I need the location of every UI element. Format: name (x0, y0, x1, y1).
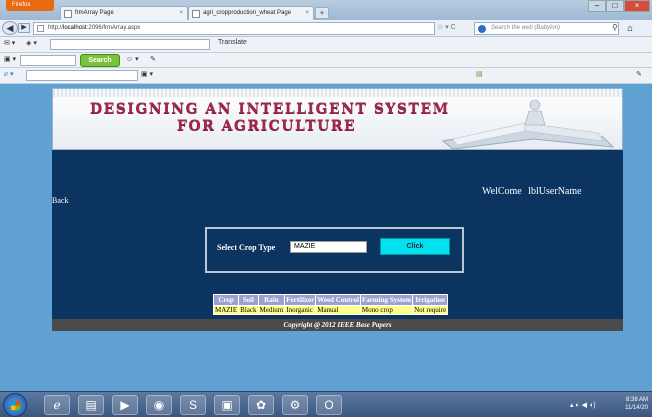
windows-taskbar: ℯ ▤ ▶ ◉ S ▣ ✿ ⚙ O ▴ ◐ ◀ ◖) 8:38 AM 11/14… (0, 391, 652, 417)
skype-taskbar-icon[interactable]: S (180, 395, 206, 415)
page-title-line-2: FOR AGRICULTURE (177, 118, 357, 134)
table-cell: Black (238, 305, 259, 315)
column-header: Fertilizer (284, 294, 317, 306)
banner-stripe (53, 89, 622, 97)
clock-time: 8:38 AM (625, 397, 648, 403)
search-go-icon[interactable]: ⚲ (612, 23, 618, 32)
addon-icon[interactable]: ✉ ▾ (4, 39, 15, 47)
column-header: Weed Control (315, 294, 361, 306)
windows-logo-icon (11, 401, 20, 410)
header-banner: DESIGNING AN INTELLIGENT SYSTEM FOR AGRI… (52, 88, 623, 150)
back-link[interactable]: Back (52, 196, 68, 205)
maximize-icon[interactable]: □ (606, 0, 624, 12)
search-placeholder: Search the web (Babylon) (491, 25, 561, 31)
toolbar-2: ▣ ▾ Search ☺ ▾ ✎ (0, 53, 652, 68)
explorer-taskbar-icon[interactable]: ▤ (78, 395, 104, 415)
url-path: :2096/frmArray.aspx (86, 25, 141, 31)
url-prefix: http:// (48, 25, 64, 31)
clipboard-icon[interactable]: ▤ (476, 70, 483, 78)
home-icon[interactable]: ⌂ (624, 22, 636, 34)
toolbar-dropdown[interactable] (20, 55, 76, 66)
window-controls: – □ × (588, 0, 650, 14)
app-taskbar-icon[interactable]: ▣ (214, 395, 240, 415)
tab-frmarray[interactable]: frmArray Page × (60, 6, 188, 20)
system-clock[interactable]: 8:38 AM 11/14/20 (625, 396, 648, 412)
firefox-taskbar-icon[interactable]: ◉ (146, 395, 172, 415)
system-tray-icons[interactable]: ▴ ◐ ◀ ◖) (570, 401, 596, 409)
page-footer: Copyright @ 2012 IEEE Base Papers (52, 319, 623, 331)
user-name-label: lblUserName (528, 186, 582, 197)
table-cell: Mono crop (359, 305, 414, 315)
toolbar-icon[interactable]: ▣ ▾ (4, 55, 16, 63)
column-header: Farming System (359, 294, 414, 306)
toolbar-address-input[interactable] (26, 70, 138, 81)
toolbar-go-icon[interactable]: ▣ ▾ (141, 70, 153, 78)
column-header: Crop (212, 294, 240, 306)
tab-agri-cropproduction[interactable]: agri_cropproduction_wheat Page × (188, 6, 314, 20)
welcome-label: WelCome (482, 186, 522, 197)
click-button[interactable]: Click (380, 238, 450, 255)
book-illustration (441, 99, 615, 149)
new-tab-button[interactable]: + (315, 7, 329, 19)
table-cell: Not require (412, 305, 449, 315)
translate-button[interactable]: Translate (218, 39, 247, 46)
page-icon (64, 10, 72, 18)
toolbar-3: ℯ ▾ ▣ ▾ ▤ ✎ (0, 68, 652, 84)
table-header-row: Crop Soil Rain Fertilizer Weed Control F… (212, 294, 449, 306)
bookmark-star-icon[interactable]: ☆ ▾ C (437, 23, 456, 31)
column-header: Rain (257, 294, 286, 306)
tools-icon[interactable]: ✎ (636, 70, 642, 78)
address-bar[interactable]: http://localhost:2096/frmArray.aspx (33, 22, 435, 35)
table-cell: Manual (315, 305, 361, 315)
search-engine-icon (478, 25, 486, 33)
tab-label: frmArray Page (75, 10, 114, 16)
toolbar-1: ✉ ▾ ◈ ▾ Translate (0, 37, 652, 53)
toolbar-search-input[interactable] (50, 39, 210, 50)
ie-taskbar-icon[interactable]: ℯ (44, 395, 70, 415)
crop-type-input[interactable]: MAZIE (290, 241, 367, 253)
table-cell: Medium (257, 305, 286, 315)
emoticon-icon[interactable]: ☺ ▾ (126, 55, 139, 63)
opera-taskbar-icon[interactable]: O (316, 395, 342, 415)
url-host: localhost (63, 25, 87, 31)
crop-select-panel: Select Crop Type MAZIE Click (205, 227, 464, 273)
select-crop-label: Select Crop Type (217, 243, 276, 252)
forward-arrow-icon[interactable]: ▶ (18, 23, 30, 33)
clock-date: 11/14/20 (625, 405, 648, 411)
site-identity-icon (37, 25, 44, 32)
column-header: Irrigation (412, 294, 449, 306)
table-row: MAZIE Black Medium Inorganic Manual Mono… (212, 305, 449, 315)
tab-label: agri_cropproduction_wheat Page (203, 10, 292, 16)
start-button[interactable] (3, 393, 27, 417)
browser-tab-strip: Firefox frmArray Page × agri_cropproduct… (0, 0, 652, 20)
addon-icon-2[interactable]: ◈ ▾ (26, 39, 37, 47)
back-arrow-icon[interactable]: ◀ (2, 21, 18, 35)
crop-details-table: Crop Soil Rain Fertilizer Weed Control F… (212, 294, 449, 315)
paint-taskbar-icon[interactable]: ✿ (248, 395, 274, 415)
page-icon (192, 10, 200, 18)
table-cell: Inorganic (284, 305, 317, 315)
page-title-line-1: DESIGNING AN INTELLIGENT SYSTEM (90, 101, 450, 117)
tools-taskbar-icon[interactable]: ⚙ (282, 395, 308, 415)
media-player-taskbar-icon[interactable]: ▶ (112, 395, 138, 415)
minimize-icon[interactable]: – (588, 0, 606, 12)
ie-icon[interactable]: ℯ ▾ (4, 70, 14, 78)
welcome-text: WelCome lblUserName (482, 186, 582, 197)
navigation-bar: ◀ ▶ http://localhost:2096/frmArray.aspx … (0, 20, 652, 37)
firefox-menu-button[interactable]: Firefox (6, 0, 54, 11)
close-window-icon[interactable]: × (624, 0, 650, 12)
close-tab-icon[interactable]: × (179, 7, 183, 20)
web-search-box[interactable]: Search the web (Babylon) (474, 22, 619, 35)
toolbar-extra-icon[interactable]: ✎ (150, 55, 156, 63)
toolbar-search-button[interactable]: Search (80, 54, 120, 67)
column-header: Soil (238, 294, 259, 306)
close-tab-icon[interactable]: × (305, 7, 309, 20)
table-cell: MAZIE (212, 305, 240, 315)
